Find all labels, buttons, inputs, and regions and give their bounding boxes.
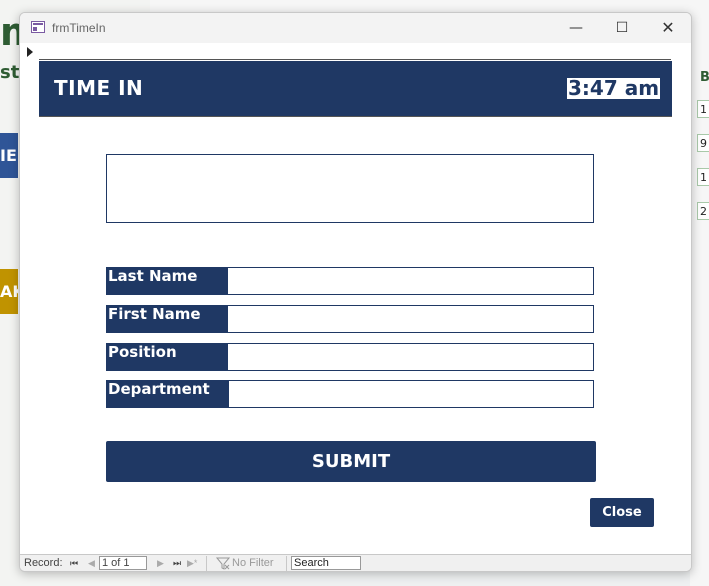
position-row: Position <box>106 343 594 371</box>
background-button-fragment: IE <box>0 133 18 178</box>
clock-display: 3:47 am <box>567 76 661 100</box>
close-icon[interactable]: ✕ <box>656 18 680 38</box>
background-column-header-fragment: B <box>700 70 709 85</box>
window-title: frmTimeIn <box>52 21 106 35</box>
position-field[interactable] <box>228 344 593 370</box>
background-cell: 9 <box>697 134 709 152</box>
record-navigation-bar: Record: ⏮ ◀ 1 of 1 ▶ ⏭ ▶* No Filter Sear… <box>20 554 691 571</box>
next-record-icon[interactable]: ▶ <box>157 557 164 570</box>
photo-box <box>106 154 594 223</box>
form-header: TIME IN 3:47 am <box>39 61 672 117</box>
new-record-icon[interactable]: ▶* <box>187 557 197 570</box>
first-name-field[interactable] <box>228 306 593 332</box>
last-record-icon[interactable]: ⏭ <box>173 557 181 570</box>
form-window: frmTimeIn — ☐ ✕ TIME IN 3:47 am Last Nam… <box>19 12 692 572</box>
filter-status[interactable]: No Filter <box>232 557 274 570</box>
last-name-label: Last Name <box>107 268 228 294</box>
first-name-row: First Name <box>106 305 594 333</box>
first-name-label: First Name <box>107 306 228 332</box>
form-icon <box>31 21 45 33</box>
page-title: TIME IN <box>54 76 144 100</box>
title-bar[interactable]: frmTimeIn — ☐ ✕ <box>20 13 691 43</box>
background-button-fragment: AK <box>0 269 18 314</box>
divider <box>206 556 207 571</box>
current-record-arrow-icon <box>27 47 33 57</box>
background-subtitle-fragment: st <box>0 62 20 83</box>
current-record-field[interactable]: 1 of 1 <box>99 556 147 570</box>
department-row: Department <box>106 380 594 408</box>
first-record-icon[interactable]: ⏮ <box>70 557 78 570</box>
maximize-icon[interactable]: ☐ <box>610 18 634 38</box>
record-selector[interactable] <box>20 43 39 554</box>
submit-button[interactable]: SUBMIT <box>106 441 596 482</box>
background-cell: 1 <box>697 168 709 186</box>
background-cell: 2 <box>697 202 709 220</box>
background-cell: 1 <box>697 100 709 118</box>
minimize-icon[interactable]: — <box>564 18 588 38</box>
department-field[interactable] <box>229 381 593 407</box>
search-input[interactable]: Search <box>291 556 361 570</box>
last-name-field[interactable] <box>228 268 593 294</box>
form-body: TIME IN 3:47 am Last Name First Name Pos… <box>38 43 691 554</box>
divider <box>286 556 287 571</box>
department-label: Department <box>107 381 229 407</box>
last-name-row: Last Name <box>106 267 594 295</box>
previous-record-icon[interactable]: ◀ <box>88 557 95 570</box>
background-app-right <box>690 0 709 586</box>
divider <box>39 59 671 60</box>
filter-icon[interactable] <box>215 556 231 570</box>
position-label: Position <box>107 344 228 370</box>
record-label: Record: <box>24 557 63 569</box>
close-button[interactable]: Close <box>590 498 654 527</box>
